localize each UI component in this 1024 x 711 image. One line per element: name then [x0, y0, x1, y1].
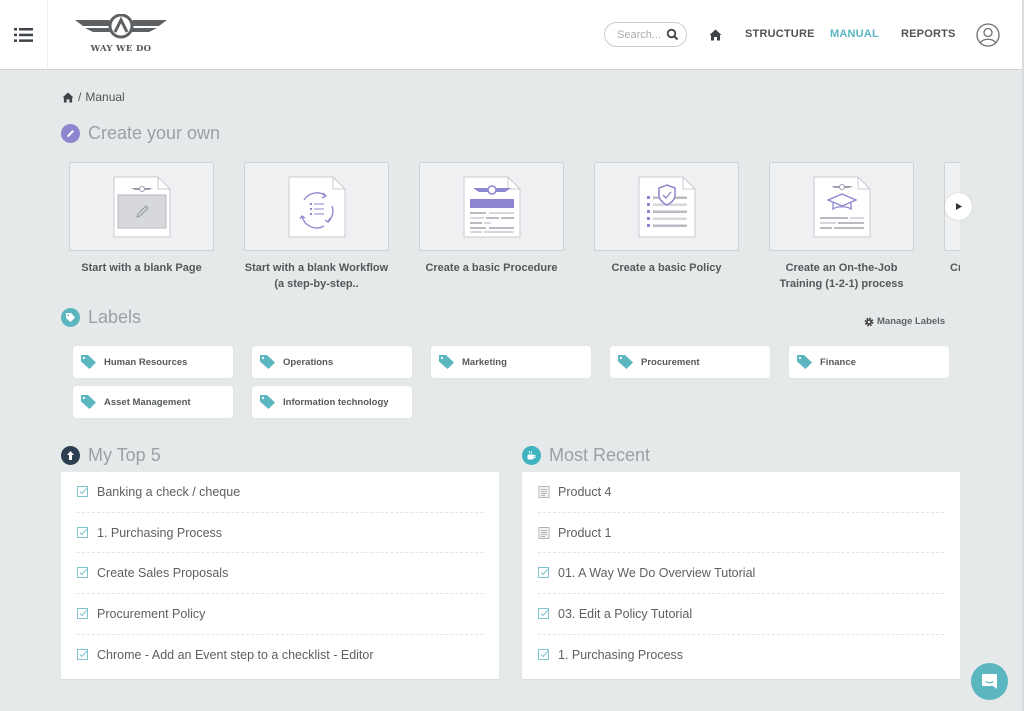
list-item[interactable]: Banking a check / cheque	[77, 472, 483, 513]
search-input[interactable]	[617, 28, 665, 41]
pencil-icon	[61, 124, 80, 143]
label-chip[interactable]: Asset Management	[73, 386, 233, 418]
template-carousel: Start with a blank Page Start with a bla…	[69, 162, 960, 302]
policy-icon	[638, 176, 695, 237]
checklist-icon	[77, 649, 88, 661]
gear-icon	[864, 317, 874, 326]
template-label: Start with a blank Page	[81, 262, 202, 274]
checklist-icon	[77, 526, 88, 538]
list-item[interactable]: Product 1	[538, 513, 944, 554]
arrow-up-icon	[61, 446, 80, 465]
label-chip[interactable]: Information technology	[252, 386, 412, 418]
list-item[interactable]: 03. Edit a Policy Tutorial	[538, 594, 944, 635]
nav-reports[interactable]: REPORTS	[901, 28, 956, 40]
coffee-cup-icon	[522, 446, 541, 465]
template-label: Start with a blank Workflow (a step-by-s…	[244, 262, 389, 290]
labels-section-heading: Labels	[61, 307, 141, 328]
breadcrumb: / Manual	[62, 90, 125, 104]
template-card-training[interactable]: Create an On-the-Job Training (1-2-1) pr…	[769, 162, 914, 292]
recent-title: Most Recent	[549, 445, 651, 465]
list-item[interactable]: Chrome - Add an Event step to a checklis…	[77, 635, 483, 676]
label-chip[interactable]: Finance	[789, 346, 949, 378]
logo[interactable]: WAY WE DO	[73, 13, 169, 58]
training-icon	[813, 176, 870, 237]
search-icon[interactable]	[666, 28, 679, 41]
nav-home[interactable]	[709, 28, 722, 46]
top-header: WAY WE DO STRUCTURE MANUAL REPORTS	[0, 0, 1022, 70]
logo-text: WAY WE DO	[90, 44, 152, 54]
checklist-icon	[77, 485, 88, 497]
checklist-icon	[77, 607, 88, 619]
top5-list: Banking a check / cheque 1. Purchasing P…	[61, 472, 499, 679]
wings-logo-icon	[75, 13, 167, 39]
checklist-icon	[77, 567, 88, 579]
manage-labels-text: Manage Labels	[877, 316, 946, 327]
document-icon	[538, 526, 550, 539]
label-chip[interactable]: Operations	[252, 346, 412, 378]
template-card-policy[interactable]: Create a basic Policy	[594, 162, 739, 276]
recent-list: Product 4 Product 1 01. A Way We Do Over…	[522, 472, 960, 679]
list-item[interactable]: 1. Purchasing Process	[538, 635, 944, 676]
chat-launcher-button[interactable]	[971, 663, 1008, 700]
tag-icon	[81, 395, 96, 409]
nav-manual[interactable]: MANUAL	[830, 28, 879, 40]
template-card-procedure[interactable]: Create a basic Procedure	[419, 162, 564, 276]
document-icon	[538, 485, 550, 498]
home-icon	[709, 29, 722, 41]
list-item[interactable]: Procurement Policy	[77, 594, 483, 635]
template-label: Create an On-the-Job Training (1-2-1) pr…	[779, 262, 904, 290]
workflow-icon	[288, 176, 345, 237]
tag-icon	[439, 355, 454, 369]
template-card-blank-page[interactable]: Start with a blank Page	[69, 162, 214, 276]
chat-bubble-icon	[982, 674, 997, 689]
labels-title: Labels	[88, 307, 142, 327]
label-chip[interactable]: Procurement	[610, 346, 770, 378]
recent-section-heading: Most Recent	[522, 445, 650, 466]
search-box[interactable]	[604, 22, 687, 47]
list-item[interactable]: Create Sales Proposals	[77, 553, 483, 595]
list-item[interactable]: 01. A Way We Do Overview Tutorial	[538, 553, 944, 595]
tag-icon	[61, 308, 80, 327]
procedure-icon	[463, 176, 520, 237]
label-chip[interactable]: Human Resources	[73, 346, 233, 378]
template-card-blank-workflow[interactable]: Start with a blank Workflow (a step-by-s…	[244, 162, 389, 292]
top5-section-heading: My Top 5	[61, 445, 161, 466]
list-item[interactable]: Product 4	[538, 472, 944, 513]
blank-page-icon	[113, 176, 170, 237]
carousel-next-button[interactable]	[945, 193, 972, 220]
checklist-icon	[538, 567, 549, 579]
create-section-heading: Create your own	[61, 123, 220, 144]
play-arrow-icon	[955, 203, 962, 210]
list-menu-icon	[13, 27, 33, 42]
checklist-icon	[538, 649, 549, 661]
template-label: Create a basic Policy	[611, 262, 722, 274]
template-label: Create a basic Procedure	[425, 262, 558, 274]
tag-icon	[260, 355, 275, 369]
manage-labels-link[interactable]: Manage Labels	[864, 316, 945, 327]
tag-icon	[797, 355, 812, 369]
template-label: Cr	[950, 262, 960, 274]
menu-button[interactable]	[0, 0, 48, 69]
nav-structure[interactable]: STRUCTURE	[745, 28, 815, 40]
top5-title: My Top 5	[88, 445, 161, 465]
tag-icon	[618, 355, 633, 369]
breadcrumb-current[interactable]: Manual	[85, 90, 124, 104]
breadcrumb-separator: /	[78, 90, 82, 104]
create-title: Create your own	[88, 123, 221, 143]
user-avatar-icon[interactable]	[976, 23, 1000, 47]
list-item[interactable]: 1. Purchasing Process	[77, 513, 483, 554]
checklist-icon	[538, 607, 549, 619]
label-chip[interactable]: Marketing	[431, 346, 591, 378]
breadcrumb-home-icon[interactable]	[62, 91, 74, 103]
tag-icon	[81, 355, 96, 369]
tag-icon	[260, 395, 275, 409]
